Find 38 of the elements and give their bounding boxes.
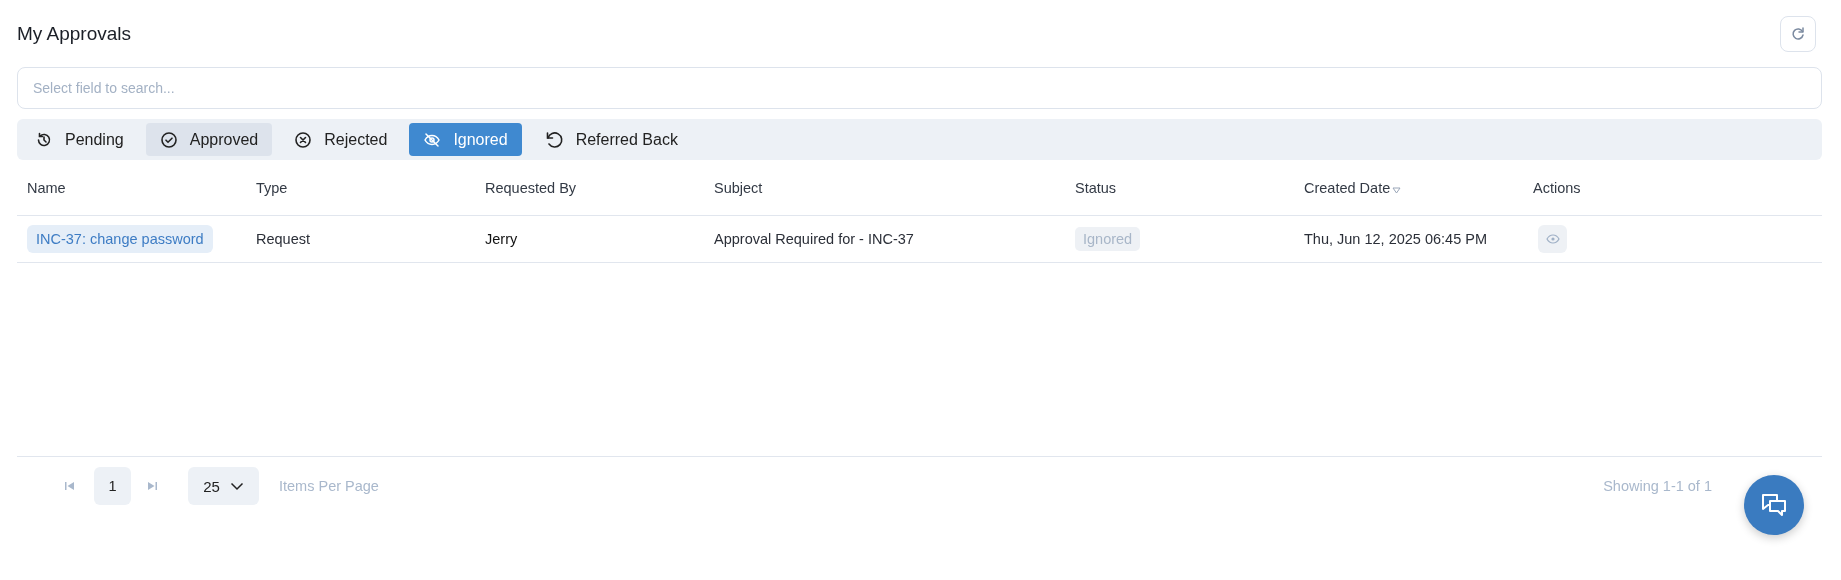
column-header[interactable]: Name <box>27 179 66 196</box>
refresh-icon <box>1790 26 1806 42</box>
history-icon <box>35 130 53 149</box>
sort-icon[interactable] <box>1392 187 1402 194</box>
filter-tab[interactable]: Rejected <box>280 123 402 156</box>
view-button[interactable] <box>1538 225 1567 253</box>
column-header[interactable]: Subject <box>714 179 763 196</box>
table-cell: Approval Required for - INC-37 <box>714 231 914 247</box>
table-cell: Thu, Jun 12, 2025 06:45 PM <box>1304 231 1487 247</box>
filter-tab[interactable]: Referred Back <box>529 123 692 156</box>
check-circle-icon <box>159 130 178 149</box>
filter-tab[interactable]: Ignored <box>409 123 522 156</box>
showing-summary: Showing 1-1 of 1 <box>1603 478 1712 494</box>
per-page-dropdown[interactable]: 25 <box>188 467 259 505</box>
search-field[interactable]: Select field to search... <box>17 67 1822 109</box>
cross-circle-icon <box>294 130 313 149</box>
column-header[interactable]: Type <box>256 179 288 196</box>
table-cell: Request <box>256 231 310 247</box>
record-link[interactable]: INC-37: change password <box>27 225 213 253</box>
chat-bubbles-icon <box>1760 492 1788 518</box>
filter-tab[interactable]: Pending <box>21 123 138 156</box>
column-header[interactable]: Actions <box>1533 179 1581 196</box>
status-badge: Ignored <box>1075 227 1141 251</box>
eye-off-icon <box>423 130 442 149</box>
items-per-page-label: Items Per Page <box>279 478 379 494</box>
page-title: My Approvals <box>17 23 132 45</box>
table-cell: Jerry <box>485 231 518 247</box>
column-header[interactable]: Status <box>1075 179 1117 196</box>
filter-tab[interactable]: Approved <box>145 123 273 156</box>
refresh-button[interactable] <box>1780 16 1816 52</box>
chevron-down-icon <box>229 481 244 491</box>
chat-button[interactable] <box>1744 475 1804 535</box>
column-header[interactable]: Created Date <box>1304 179 1391 196</box>
column-header[interactable]: Requested By <box>485 179 577 196</box>
eye-icon <box>1545 234 1560 244</box>
page-button[interactable]: 1 <box>94 467 131 505</box>
last-page-icon[interactable] <box>146 480 158 492</box>
first-page-icon[interactable] <box>64 480 76 492</box>
